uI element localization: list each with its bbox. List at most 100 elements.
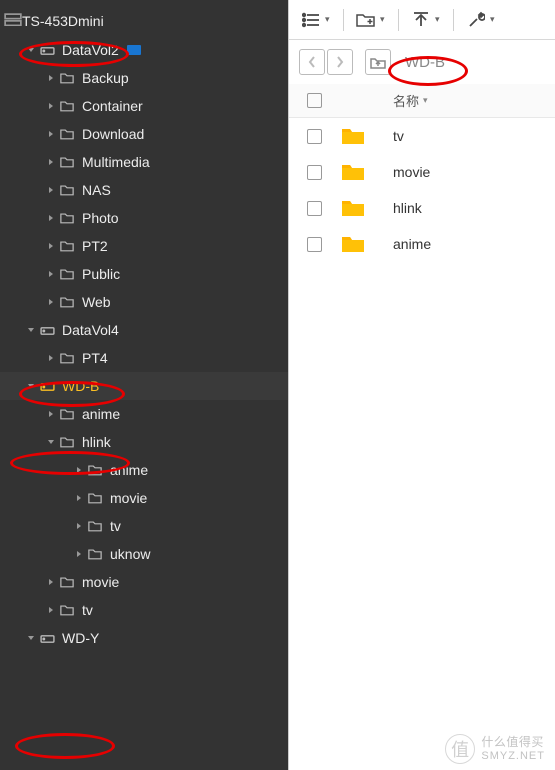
folder-icon	[58, 296, 76, 308]
new-folder-button[interactable]	[352, 6, 380, 34]
folder-icon	[58, 240, 76, 252]
view-mode-button[interactable]	[297, 6, 325, 34]
expand-icon[interactable]	[44, 407, 58, 421]
file-name: tv	[393, 128, 545, 144]
folder-node-anime[interactable]: anime	[0, 456, 288, 484]
expand-icon[interactable]	[44, 155, 58, 169]
folder-node-hlink[interactable]: hlink	[0, 428, 288, 456]
tools-button[interactable]	[462, 6, 490, 34]
folder-node-uknow[interactable]: uknow	[0, 540, 288, 568]
expand-icon[interactable]	[44, 351, 58, 365]
folder-icon	[58, 436, 76, 448]
folder-node-tv[interactable]: tv	[0, 512, 288, 540]
upload-button[interactable]	[407, 6, 435, 34]
collapse-icon[interactable]	[24, 631, 38, 645]
tree-node-label: NAS	[82, 182, 111, 198]
file-row[interactable]: tv	[289, 118, 555, 154]
collapse-icon[interactable]	[44, 435, 58, 449]
tree-node-label: hlink	[82, 434, 111, 450]
file-row[interactable]: anime	[289, 226, 555, 262]
row-checkbox[interactable]	[307, 201, 322, 216]
folder-node-movie[interactable]: movie	[0, 568, 288, 596]
row-checkbox[interactable]	[307, 237, 322, 252]
tree-node-label: Backup	[82, 70, 129, 86]
tools-caret[interactable]: ▾	[490, 14, 500, 25]
nav-forward-button[interactable]	[327, 49, 353, 75]
upload-caret[interactable]: ▾	[435, 14, 445, 25]
folder-node-nas[interactable]: NAS	[0, 176, 288, 204]
tree-node-label: uknow	[110, 546, 150, 562]
tree-node-label: DataVol4	[62, 322, 119, 338]
folder-node-public[interactable]: Public	[0, 260, 288, 288]
folder-node-pt4[interactable]: PT4	[0, 344, 288, 372]
folder-icon	[58, 268, 76, 280]
expand-icon[interactable]	[72, 519, 86, 533]
folder-node-backup[interactable]: Backup	[0, 64, 288, 92]
folder-icon	[329, 126, 393, 146]
drive-node-wd-y[interactable]: WD-Y	[0, 624, 288, 652]
folder-node-container[interactable]: Container	[0, 92, 288, 120]
file-row[interactable]: movie	[289, 154, 555, 190]
folder-node-anime[interactable]: anime	[0, 400, 288, 428]
select-all-checkbox[interactable]	[307, 93, 322, 108]
file-name: movie	[393, 164, 545, 180]
expand-icon[interactable]	[44, 267, 58, 281]
folder-icon	[58, 184, 76, 196]
collapse-icon[interactable]	[24, 379, 38, 393]
row-checkbox[interactable]	[307, 129, 322, 144]
folder-tree-sidebar[interactable]: TS-453Dmini DataVol2 Backup Container Downl…	[0, 0, 288, 770]
folder-node-multimedia[interactable]: Multimedia	[0, 148, 288, 176]
folder-node-download[interactable]: Download	[0, 120, 288, 148]
folder-icon	[58, 604, 76, 616]
expand-icon[interactable]	[44, 239, 58, 253]
folder-node-pt2[interactable]: PT2	[0, 232, 288, 260]
folder-node-photo[interactable]: Photo	[0, 204, 288, 232]
toolbar: ▾ ▾ ▾ ▾	[289, 0, 555, 40]
drive-node-datavol4[interactable]: DataVol4	[0, 316, 288, 344]
view-mode-caret[interactable]: ▾	[325, 14, 335, 25]
tree-node-label: Container	[82, 98, 143, 114]
expand-icon[interactable]	[44, 99, 58, 113]
folder-icon	[329, 198, 393, 218]
column-header-row: 名称 ▾	[289, 84, 555, 118]
folder-icon	[58, 352, 76, 364]
folder-node-movie[interactable]: movie	[0, 484, 288, 512]
expand-icon[interactable]	[44, 603, 58, 617]
expand-icon[interactable]	[44, 295, 58, 309]
new-folder-caret[interactable]: ▾	[380, 14, 390, 25]
root-label: TS-453Dmini	[22, 13, 104, 29]
file-row[interactable]: hlink	[289, 190, 555, 226]
nav-up-button[interactable]	[365, 49, 391, 75]
folder-icon	[58, 128, 76, 140]
expand-icon[interactable]	[44, 575, 58, 589]
tree-node-label: WD-Y	[62, 630, 99, 646]
expand-icon[interactable]	[44, 183, 58, 197]
folder-icon	[329, 162, 393, 182]
folder-icon	[86, 548, 104, 560]
nav-back-button[interactable]	[299, 49, 325, 75]
column-header-name[interactable]: 名称 ▾	[393, 91, 545, 110]
expand-icon[interactable]	[72, 547, 86, 561]
drive-node-datavol2[interactable]: DataVol2	[0, 36, 288, 64]
storage-icon	[4, 13, 22, 30]
drive-node-wd-b[interactable]: WD-B	[0, 372, 288, 400]
folder-icon	[86, 520, 104, 532]
tree-node-label: anime	[82, 406, 120, 422]
collapse-icon[interactable]	[24, 43, 38, 57]
folder-node-web[interactable]: Web	[0, 288, 288, 316]
tree-node-label: Photo	[82, 210, 119, 226]
collapse-icon[interactable]	[24, 323, 38, 337]
folder-icon	[58, 72, 76, 84]
folder-node-tv[interactable]: tv	[0, 596, 288, 624]
expand-icon[interactable]	[44, 127, 58, 141]
row-checkbox[interactable]	[307, 165, 322, 180]
expand-icon[interactable]	[44, 211, 58, 225]
drive-icon	[38, 325, 56, 336]
expand-icon[interactable]	[72, 463, 86, 477]
breadcrumb-current[interactable]: WD-B	[405, 54, 445, 71]
tree-node-label: DataVol2	[62, 42, 119, 58]
root-node[interactable]: TS-453Dmini	[0, 6, 288, 36]
expand-icon[interactable]	[72, 491, 86, 505]
expand-icon[interactable]	[44, 71, 58, 85]
tree-node-label: tv	[82, 602, 93, 618]
